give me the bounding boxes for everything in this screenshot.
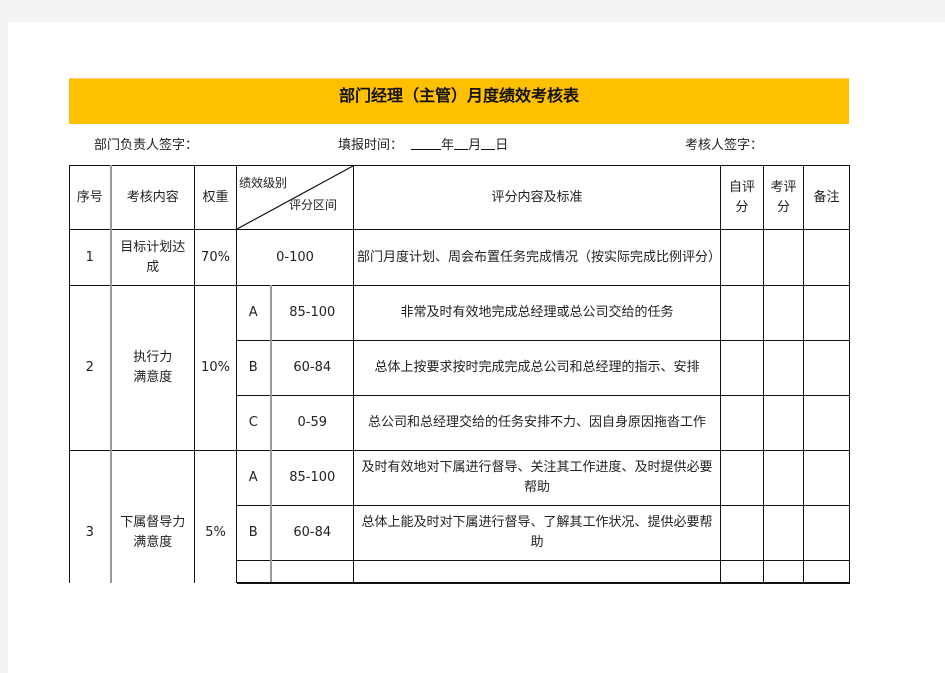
header-weight: 权重 [194, 165, 237, 230]
month-blank[interactable] [454, 137, 469, 150]
remark-cell[interactable] [803, 285, 850, 341]
fill-time: 填报时间： 年月日 [338, 134, 508, 153]
row-item-text: 执行力满意度 [133, 350, 173, 385]
table-row: 1 目标计划达成 70% 0-100 部门月度计划、周会布置任务完成情况（按实际… [69, 229, 850, 286]
header-self-score: 自评分 [720, 165, 764, 230]
review-score-cell[interactable] [763, 340, 804, 396]
self-score-cell[interactable] [720, 450, 764, 506]
header-no: 序号 [69, 165, 112, 230]
reviewer-signature-label: 考核人签字： [685, 138, 764, 153]
table-row: 3 下属督导力满意度 5% A 85-100 及时有效地对下属进行督导、关注其工… [69, 450, 850, 616]
row-item: 执行力满意度 [110, 285, 195, 451]
remark-cell[interactable] [803, 340, 850, 396]
remark-cell[interactable] [803, 505, 850, 561]
appraisal-table: 序号 考核内容 权重 绩效级别 评分区间 评分内容及标准 自评分 考评分 备注 … [69, 165, 850, 616]
header-remark: 备注 [803, 165, 850, 230]
header-level: 绩效级别 [239, 176, 288, 190]
row-weight: 10% [194, 285, 237, 451]
review-score-cell[interactable] [763, 229, 804, 286]
level-standard: 总公司和总经理交给的任务安排不力、因自身原因拖沓工作 [353, 395, 721, 451]
level-range: 85-100 [270, 285, 354, 341]
review-score-cell[interactable] [763, 450, 804, 506]
day-blank[interactable] [481, 137, 496, 150]
level-grade: A [236, 285, 272, 341]
level-range: 60-84 [270, 505, 354, 561]
dept-head-signature: 部门负责人签字： [94, 134, 198, 153]
header-item: 考核内容 [110, 165, 195, 230]
level-standard: 非常及时有效地完成总经理或总公司交给的任务 [353, 285, 721, 341]
page-cutoff [8, 583, 945, 673]
level-grade: B [236, 340, 272, 396]
header-range: 评分区间 [288, 198, 337, 212]
level-grade: A [236, 450, 272, 506]
row-standard: 部门月度计划、周会布置任务完成情况（按实际完成比例评分） [353, 229, 721, 286]
level-standard: 总体上按要求按时完成完成总公司和总经理的指示、安排 [353, 340, 721, 396]
level-range: 85-100 [270, 450, 354, 506]
self-score-cell[interactable] [720, 285, 764, 341]
table-row: 2 执行力满意度 10% A 85-100 非常及时有效地完成总经理或总公司交给… [69, 285, 850, 451]
year-label: 年 [441, 138, 455, 153]
remark-cell[interactable] [803, 450, 850, 506]
level-standard: 及时有效地对下属进行督导、关注其工作进度、及时提供必要帮助 [353, 450, 721, 506]
year-blank[interactable] [411, 137, 442, 150]
document-page: 部门经理（主管）月度绩效考核表 部门负责人签字： 填报时间： 年月日 考核人签字… [8, 22, 945, 673]
remark-cell[interactable] [803, 395, 850, 451]
self-score-cell[interactable] [720, 340, 764, 396]
self-score-cell[interactable] [720, 505, 764, 561]
row-item: 目标计划达成 [110, 229, 195, 286]
row-weight: 70% [194, 229, 237, 286]
fill-time-label: 填报时间： [338, 138, 404, 153]
reviewer-signature: 考核人签字： [685, 134, 763, 153]
header-row: 序号 考核内容 权重 绩效级别 评分区间 评分内容及标准 自评分 考评分 备注 [69, 165, 850, 230]
review-score-cell[interactable] [763, 505, 804, 561]
level-range: 60-84 [270, 340, 354, 396]
level-grade: C [236, 395, 272, 451]
level-range: 0-59 [270, 395, 354, 451]
title-banner: 部门经理（主管）月度绩效考核表 [69, 78, 849, 124]
level-grade: B [236, 505, 272, 561]
row-range: 0-100 [236, 229, 354, 286]
month-label: 月 [468, 138, 482, 153]
day-label: 日 [495, 138, 509, 153]
review-score-cell[interactable] [763, 395, 804, 451]
row-no: 1 [69, 229, 112, 286]
header-review-score: 考评分 [763, 165, 804, 230]
row-no: 2 [69, 285, 112, 451]
cut-border-line [236, 582, 850, 584]
header-standard: 评分内容及标准 [353, 165, 721, 230]
page-title: 部门经理（主管）月度绩效考核表 [338, 86, 579, 105]
dept-head-signature-label: 部门负责人签字： [94, 138, 199, 153]
self-score-cell[interactable] [720, 395, 764, 451]
header-level-range: 绩效级别 评分区间 [236, 165, 354, 230]
level-standard: 总体上能及时对下属进行督导、了解其工作状况、提供必要帮助 [353, 505, 721, 561]
review-score-cell[interactable] [763, 285, 804, 341]
self-score-cell[interactable] [720, 229, 764, 286]
remark-cell[interactable] [803, 229, 850, 286]
